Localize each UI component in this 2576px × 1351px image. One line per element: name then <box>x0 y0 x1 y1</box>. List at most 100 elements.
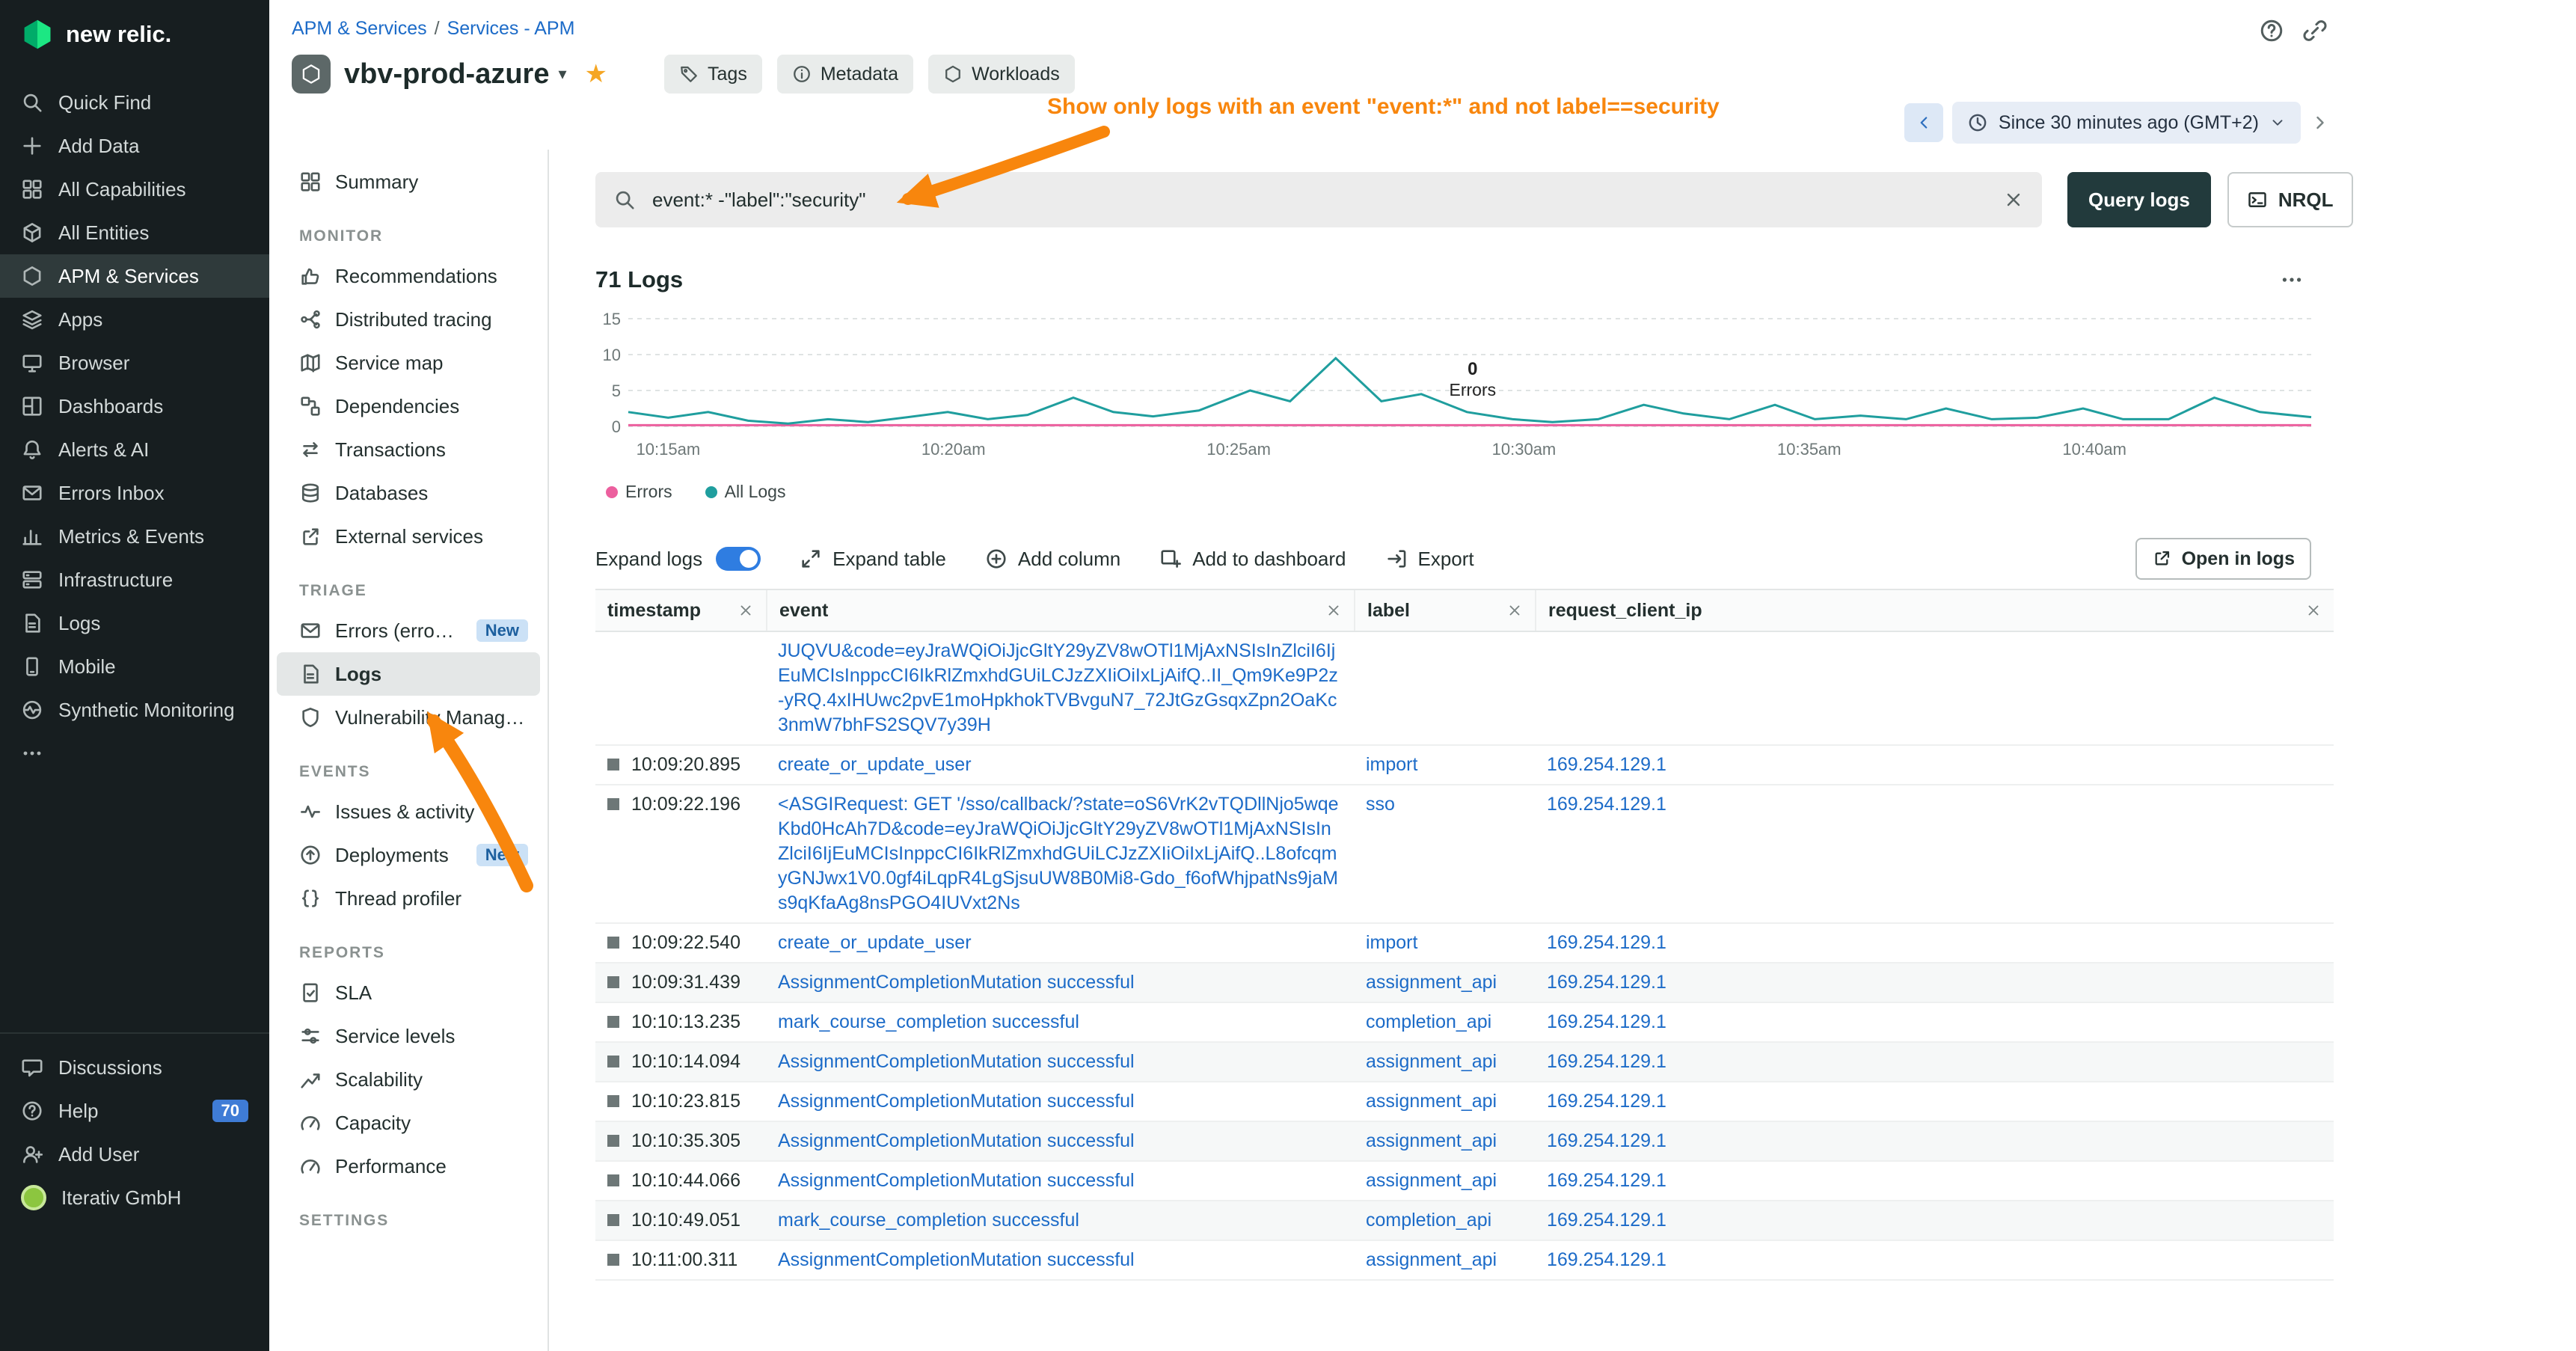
label-link[interactable]: import <box>1366 754 1417 775</box>
event-link[interactable]: AssignmentCompletionMutation successful <box>778 1170 1135 1191</box>
expand-row-handle[interactable] <box>607 1174 619 1186</box>
sidebar-item-errors-inbox[interactable]: Errors Inbox <box>0 471 269 515</box>
event-link[interactable]: AssignmentCompletionMutation successful <box>778 972 1135 993</box>
column-header-event[interactable]: event <box>766 590 1354 631</box>
more-options-button[interactable] <box>2280 268 2304 292</box>
sidebar-item-all-capabilities[interactable]: All Capabilities <box>0 168 269 211</box>
time-forward-button[interactable] <box>2310 112 2331 133</box>
sidebar-item-all-entities[interactable]: All Entities <box>0 211 269 254</box>
event-link[interactable]: create_or_update_user <box>778 754 972 775</box>
sidebar-item-add-user[interactable]: Add User <box>0 1133 269 1176</box>
event-link[interactable]: AssignmentCompletionMutation successful <box>778 1249 1135 1270</box>
sidebar-item-browser[interactable]: Browser <box>0 341 269 385</box>
sidebar-item-apm-services[interactable]: APM & Services <box>0 254 269 298</box>
expand-row-handle[interactable] <box>607 937 619 949</box>
label-link[interactable]: assignment_api <box>1366 1091 1497 1112</box>
workloads-button[interactable]: Workloads <box>928 55 1075 94</box>
label-link[interactable]: completion_api <box>1366 1011 1491 1032</box>
subnav-item-performance[interactable]: Performance <box>277 1145 540 1188</box>
log-row[interactable]: 10:09:22.196<ASGIRequest: GET '/sso/call… <box>595 785 2334 924</box>
subnav-item-vulnerability-management[interactable]: Vulnerability Management <box>277 696 540 739</box>
log-row[interactable]: 10:10:44.066AssignmentCompletionMutation… <box>595 1162 2334 1201</box>
event-link[interactable]: mark_course_completion successful <box>778 1011 1079 1032</box>
add-column-button[interactable]: Add column <box>985 548 1120 571</box>
expand-logs-control[interactable]: Expand logs <box>595 547 761 571</box>
ip-link[interactable]: 169.254.129.1 <box>1547 794 1666 815</box>
clear-column-timestamp[interactable] <box>737 602 754 619</box>
subnav-item-transactions[interactable]: Transactions <box>277 428 540 471</box>
clear-query-button[interactable] <box>2003 189 2024 210</box>
sidebar-item-synthetic-monitoring[interactable]: Synthetic Monitoring <box>0 688 269 732</box>
expand-logs-toggle[interactable] <box>716 547 761 571</box>
sidebar-item-alerts-ai[interactable]: Alerts & AI <box>0 428 269 471</box>
ip-link[interactable]: 169.254.129.1 <box>1547 1249 1666 1270</box>
log-row[interactable]: 10:09:31.439AssignmentCompletionMutation… <box>595 964 2334 1003</box>
subnav-item-external-services[interactable]: External services <box>277 515 540 558</box>
clear-column-event[interactable] <box>1325 602 1342 619</box>
ip-link[interactable]: 169.254.129.1 <box>1547 1130 1666 1151</box>
column-header-label[interactable]: label <box>1354 590 1535 631</box>
entity-switcher-caret-icon[interactable]: ▾ <box>558 64 566 84</box>
sidebar-item-mobile[interactable]: Mobile <box>0 645 269 688</box>
label-link[interactable]: sso <box>1366 794 1395 815</box>
expand-row-handle[interactable] <box>607 976 619 988</box>
entity-name[interactable]: vbv-prod-azure <box>344 58 549 91</box>
subnav-item-logs[interactable]: Logs <box>277 652 540 696</box>
subnav-item-thread-profiler[interactable]: Thread profiler <box>277 877 540 920</box>
help-circle-icon[interactable] <box>2259 18 2284 43</box>
subnav-item-service-map[interactable]: Service map <box>277 341 540 385</box>
sidebar-item-infrastructure[interactable]: Infrastructure <box>0 558 269 601</box>
event-link[interactable]: mark_course_completion successful <box>778 1210 1079 1231</box>
label-link[interactable]: assignment_api <box>1366 1130 1497 1151</box>
sidebar-item-logs[interactable]: Logs <box>0 601 269 645</box>
sidebar-item-metrics-events[interactable]: Metrics & Events <box>0 515 269 558</box>
legend-errors[interactable]: Errors <box>606 482 672 502</box>
expand-row-handle[interactable] <box>607 1056 619 1067</box>
log-row[interactable]: 10:09:22.540create_or_update_userimport1… <box>595 924 2334 964</box>
label-link[interactable]: completion_api <box>1366 1210 1491 1231</box>
favorite-star-icon[interactable]: ★ <box>585 61 607 87</box>
event-link[interactable]: <ASGIRequest: GET '/sso/callback/?state=… <box>778 794 1339 913</box>
log-row[interactable]: 10:09:20.895create_or_update_userimport1… <box>595 746 2334 785</box>
event-link[interactable]: JUQVU&code=eyJraWQiOiJjcGltY29yZV8wOTl1M… <box>778 640 1338 735</box>
sidebar-item-iterativ-gmbh[interactable]: Iterativ GmbH <box>0 1176 269 1219</box>
ip-link[interactable]: 169.254.129.1 <box>1547 754 1666 775</box>
expand-row-handle[interactable] <box>607 1095 619 1107</box>
subnav-item-databases[interactable]: Databases <box>277 471 540 515</box>
log-row[interactable]: 10:10:49.051mark_course_completion succe… <box>595 1201 2334 1241</box>
expand-row-handle[interactable] <box>607 1016 619 1028</box>
event-link[interactable]: AssignmentCompletionMutation successful <box>778 1051 1135 1072</box>
legend-all-logs[interactable]: All Logs <box>705 482 786 502</box>
clear-column-label[interactable] <box>1506 602 1523 619</box>
event-link[interactable]: create_or_update_user <box>778 932 972 953</box>
label-link[interactable]: assignment_api <box>1366 972 1497 993</box>
label-link[interactable]: assignment_api <box>1366 1249 1497 1270</box>
time-back-button[interactable] <box>1904 103 1943 142</box>
add-to-dashboard-button[interactable]: Add to dashboard <box>1159 548 1346 571</box>
permalink-icon[interactable] <box>2302 18 2328 43</box>
subnav-item-sla[interactable]: SLA <box>277 971 540 1014</box>
query-logs-button[interactable]: Query logs <box>2067 172 2211 227</box>
label-link[interactable]: assignment_api <box>1366 1051 1497 1072</box>
export-button[interactable]: Export <box>1385 548 1474 571</box>
nrql-button[interactable]: NRQL <box>2227 172 2353 227</box>
time-picker[interactable]: Since 30 minutes ago (GMT+2) <box>1952 102 2301 144</box>
subnav-item-distributed-tracing[interactable]: Distributed tracing <box>277 298 540 341</box>
event-link[interactable]: AssignmentCompletionMutation successful <box>778 1130 1135 1151</box>
sidebar-item-more[interactable] <box>0 732 269 775</box>
metadata-button[interactable]: Metadata <box>777 55 913 94</box>
log-row[interactable]: JUQVU&code=eyJraWQiOiJjcGltY29yZV8wOTl1M… <box>595 632 2334 746</box>
expand-table-button[interactable]: Expand table <box>800 548 946 571</box>
ip-link[interactable]: 169.254.129.1 <box>1547 972 1666 993</box>
subnav-item-service-levels[interactable]: Service levels <box>277 1014 540 1058</box>
chart-plot-area[interactable]: 0 Errors <box>628 311 2311 437</box>
log-row[interactable]: 10:10:14.094AssignmentCompletionMutation… <box>595 1043 2334 1082</box>
clear-column-request-client-ip[interactable] <box>2305 602 2322 619</box>
log-row[interactable]: 10:10:35.305AssignmentCompletionMutation… <box>595 1122 2334 1162</box>
log-query-input[interactable] <box>649 187 1990 213</box>
expand-row-handle[interactable] <box>607 759 619 771</box>
subnav-item-errors-errors-inb[interactable]: Errors (errors inb...New <box>277 609 540 652</box>
breadcrumb-apm-services[interactable]: APM & Services <box>292 18 427 40</box>
breadcrumb-services-apm[interactable]: Services - APM <box>447 18 575 40</box>
subnav-item-deployments[interactable]: DeploymentsNew <box>277 833 540 877</box>
